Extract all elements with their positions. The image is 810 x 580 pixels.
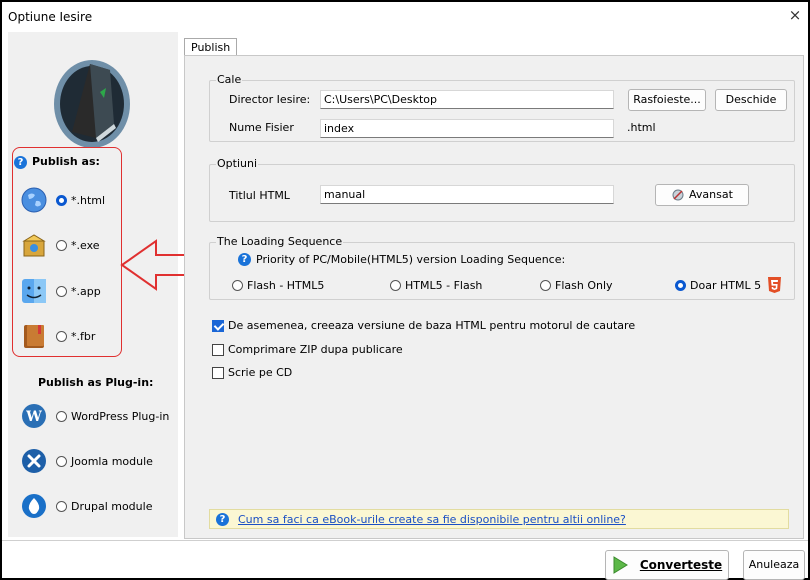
publish-app-radio[interactable]: [56, 285, 67, 297]
cale-group: Cale Director Iesire: C:\Users\PC\Deskto…: [209, 73, 795, 142]
drupal-icon: [22, 494, 46, 518]
convert-button[interactable]: Converteste: [605, 550, 729, 580]
html5-only-radio[interactable]: [675, 280, 686, 291]
priority-label: Priority of PC/Mobile(HTML5) version Loa…: [256, 253, 566, 266]
checkbox-search-html[interactable]: De asemenea, creeaza versiune de baza HT…: [212, 319, 635, 332]
browse-button[interactable]: Rasfoieste...: [628, 89, 706, 111]
tab-strip: Publish: [184, 32, 804, 56]
checkbox-cd[interactable]: Scrie pe CD: [212, 366, 292, 379]
convert-label: Converteste: [639, 558, 723, 572]
loading-option-html5-flash[interactable]: HTML5 - Flash: [390, 279, 482, 292]
tab-publish[interactable]: Publish: [184, 38, 238, 56]
publish-option-fbr[interactable]: *.fbr: [8, 321, 173, 351]
cd-label: Scrie pe CD: [228, 366, 293, 379]
open-button[interactable]: Deschide: [715, 89, 787, 111]
file-extension: .html: [627, 121, 656, 134]
publish-fbr-radio[interactable]: [56, 330, 67, 342]
cancel-button[interactable]: Anuleaza: [743, 550, 805, 580]
plugin-option-drupal[interactable]: Drupal module: [8, 491, 173, 521]
file-name-label: Nume Fisier: [229, 121, 294, 134]
checkbox-zip[interactable]: Comprimare ZIP dupa publicare: [212, 343, 403, 356]
wordpress-radio[interactable]: [56, 410, 67, 422]
joomla-radio[interactable]: [56, 455, 67, 467]
book-icon: [24, 325, 44, 348]
output-dir-input[interactable]: C:\Users\PC\Desktop: [320, 90, 614, 109]
publish-fbr-label: *.fbr: [71, 329, 96, 343]
publish-app-label: *.app: [71, 284, 101, 298]
search-html-label: De asemenea, creeaza versiune de baza HT…: [228, 319, 636, 332]
publish-as-header: ? Publish as:: [14, 155, 100, 169]
app-logo: [54, 60, 130, 148]
loading-option-html5-only[interactable]: Doar HTML 5: [675, 279, 761, 292]
help-link[interactable]: Cum sa faci ca eBook-urile create sa fie…: [238, 513, 626, 526]
search-html-check[interactable]: [212, 319, 224, 332]
joomla-icon: [22, 449, 46, 473]
zip-check[interactable]: [212, 343, 224, 356]
publish-exe-radio[interactable]: [56, 239, 67, 251]
help-icon: ?: [216, 512, 229, 526]
svg-text:W: W: [25, 409, 42, 425]
publish-option-html[interactable]: *.html: [8, 185, 173, 215]
html5-only-label: Doar HTML 5: [690, 279, 762, 292]
publish-panel: Cale Director Iesire: C:\Users\PC\Deskto…: [184, 55, 804, 539]
joomla-label: Joomla module: [71, 454, 153, 468]
publish-exe-label: *.exe: [71, 238, 100, 252]
help-icon: ?: [14, 155, 27, 169]
drupal-label: Drupal module: [71, 499, 153, 513]
priority-row: ? Priority of PC/Mobile(HTML5) version L…: [238, 253, 565, 266]
file-name-input[interactable]: index: [320, 119, 614, 138]
optiuni-group: Optiuni Titlul HTML manual Avansat: [209, 157, 795, 222]
globe-icon: [21, 187, 47, 213]
flash-only-radio[interactable]: [540, 280, 551, 291]
plugin-option-wordpress[interactable]: W WordPress Plug-in: [8, 401, 173, 431]
title-bar: Optiune Iesire ×: [2, 2, 808, 30]
html5-icon: [768, 277, 781, 293]
close-icon[interactable]: ×: [786, 6, 804, 24]
loading-option-flash-html5[interactable]: Flash - HTML5: [232, 279, 324, 292]
flash-only-label: Flash Only: [555, 279, 613, 292]
wordpress-label: WordPress Plug-in: [71, 409, 170, 423]
output-dir-label: Director Iesire:: [229, 93, 311, 106]
loading-sequence-group: The Loading Sequence ? Priority of PC/Mo…: [209, 235, 795, 300]
cd-check[interactable]: [212, 366, 224, 379]
footer-divider: [2, 540, 808, 541]
help-bar: ? Cum sa faci ca eBook-urile create sa f…: [209, 509, 789, 529]
loading-sequence-title: The Loading Sequence: [216, 235, 344, 248]
loading-option-flash-only[interactable]: Flash Only: [540, 279, 613, 292]
advanced-button[interactable]: Avansat: [655, 184, 749, 206]
wordpress-icon: W: [22, 404, 46, 428]
play-arrow-icon: [613, 556, 628, 574]
setup-box-icon: [22, 234, 46, 257]
optiuni-title: Optiuni: [216, 157, 259, 170]
flash-html5-label: Flash - HTML5: [247, 279, 325, 292]
dialog-window: Optiune Iesire × ? Publish as: *.html *.…: [0, 0, 810, 580]
html5-flash-radio[interactable]: [390, 280, 401, 291]
help-icon: ?: [238, 253, 251, 266]
html-title-input[interactable]: manual: [320, 185, 614, 204]
html-title-label: Titlul HTML: [229, 189, 290, 202]
html5-flash-label: HTML5 - Flash: [405, 279, 483, 292]
drupal-radio[interactable]: [56, 500, 67, 512]
publish-html-label: *.html: [71, 193, 106, 207]
plugin-header: Publish as Plug-in:: [38, 376, 154, 389]
settings-wrench-icon: [672, 189, 684, 201]
advanced-label: Avansat: [689, 188, 733, 201]
publish-as-label: Publish as:: [32, 155, 100, 168]
mac-finder-icon: [22, 279, 46, 303]
publish-html-radio[interactable]: [56, 194, 67, 206]
window-title: Optiune Iesire: [8, 10, 93, 24]
flash-html5-radio[interactable]: [232, 280, 243, 291]
cale-title: Cale: [216, 73, 243, 86]
plugin-option-joomla[interactable]: Joomla module: [8, 446, 173, 476]
zip-label: Comprimare ZIP dupa publicare: [228, 343, 403, 356]
